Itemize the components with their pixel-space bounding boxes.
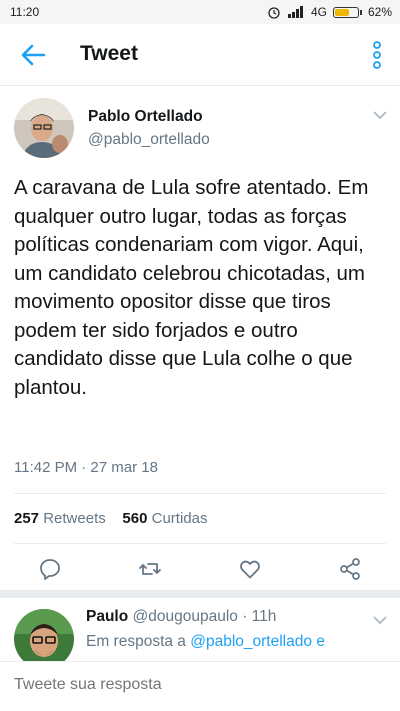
reply-icon[interactable] (38, 557, 62, 581)
reply-author-handle[interactable]: @dougoupaulo (133, 608, 238, 625)
reply-header: Paulo @dougoupaulo · 11h (86, 608, 276, 626)
tweet-stats: 257 Retweets 560 Curtidas (14, 510, 207, 527)
signal-icon (287, 6, 303, 18)
retweet-icon[interactable] (138, 557, 162, 581)
reply-context-prefix: Em resposta a (86, 633, 186, 650)
back-arrow-icon[interactable] (18, 40, 48, 70)
author-handle[interactable]: @pablo_ortellado (88, 131, 210, 149)
reply-context-suffix: e (316, 633, 325, 650)
author-name[interactable]: Pablo Ortellado (88, 108, 203, 126)
battery-percent: 62% (367, 5, 392, 19)
retweets-label: Retweets (43, 510, 106, 527)
retweets-count: 257 (14, 510, 40, 527)
chevron-down-icon[interactable] (373, 615, 387, 625)
tweet-timestamp: 11:42 PM · 27 mar 18 (14, 459, 158, 476)
action-bar (0, 552, 400, 586)
tweet-text: A caravana de Lula sofre atentado. Em qu… (14, 176, 369, 399)
likes-stat[interactable]: 560 Curtidas (122, 510, 207, 527)
chevron-down-icon[interactable] (373, 110, 387, 120)
like-icon[interactable] (238, 557, 262, 581)
page-title: Tweet (80, 42, 138, 65)
likes-label: Curtidas (151, 510, 208, 527)
more-options-icon[interactable] (370, 40, 384, 70)
compose-reply-bar (0, 661, 400, 711)
status-icons: 4G 62% (267, 5, 392, 19)
section-separator (0, 590, 400, 598)
divider (14, 543, 386, 544)
retweets-stat[interactable]: 257 Retweets (14, 510, 106, 527)
reply-context-mention[interactable]: @pablo_ortellado (190, 633, 312, 650)
reply-input[interactable] (14, 676, 374, 694)
reply-avatar[interactable] (14, 609, 74, 669)
reply-author-name[interactable]: Paulo (86, 608, 128, 625)
status-time: 11:20 (10, 5, 40, 19)
network-type: 4G (310, 5, 327, 19)
battery-icon (332, 6, 362, 18)
status-bar: 11:20 4G 62% (0, 0, 400, 24)
reply-time: · 11h (242, 608, 277, 625)
likes-count: 560 (122, 510, 148, 527)
alarm-icon (268, 7, 280, 19)
author-avatar[interactable] (14, 98, 74, 158)
app-bar: Tweet (0, 24, 400, 86)
divider (14, 493, 386, 494)
reply-context: Em resposta a @pablo_ortellado e (86, 633, 325, 651)
share-icon[interactable] (338, 557, 362, 581)
